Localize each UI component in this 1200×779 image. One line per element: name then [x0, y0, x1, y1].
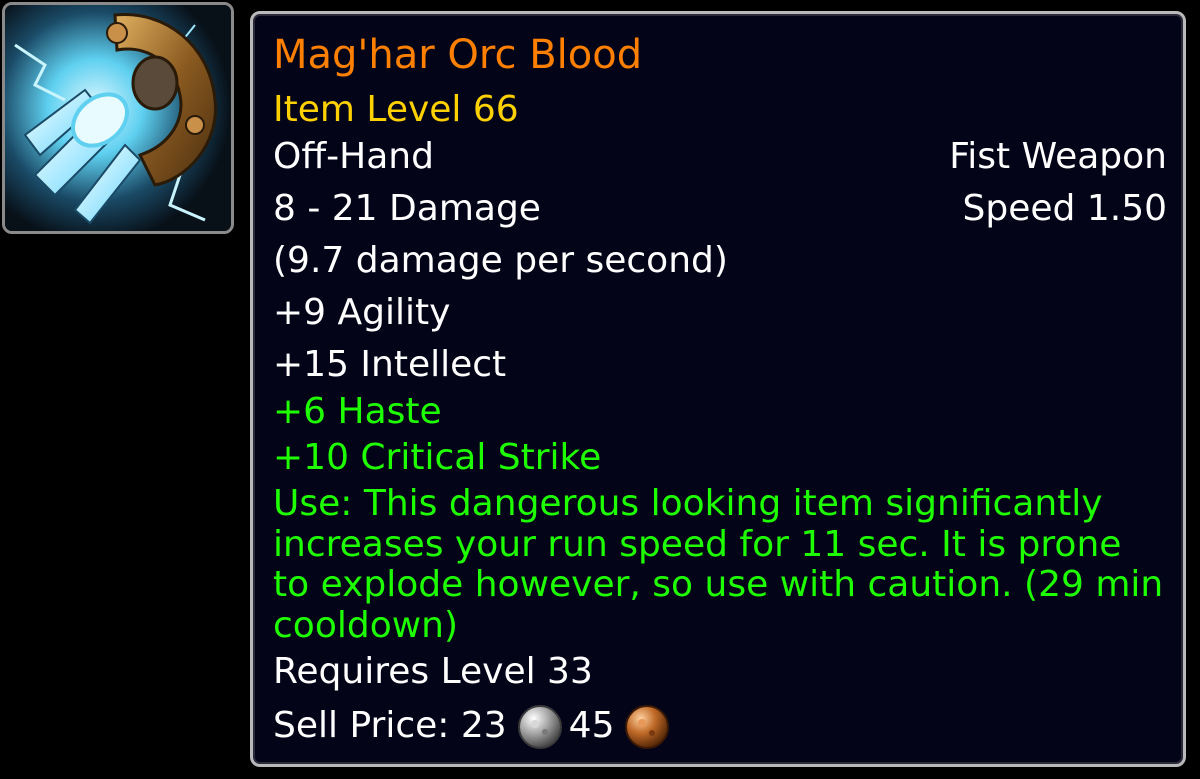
use-effect: Use: This dangerous looking item signifi… — [273, 483, 1164, 646]
weapon-dps: (9.7 damage per second) — [273, 240, 728, 281]
item-name: Mag'har Orc Blood — [273, 32, 643, 78]
item-level: Item Level 66 — [273, 89, 519, 130]
stat-haste: +6 Haste — [273, 391, 442, 432]
item-slot: Off-Hand — [273, 136, 434, 177]
silver-coin-icon — [517, 705, 562, 749]
stat-critical-strike: +10 Critical Strike — [273, 437, 602, 478]
required-level: Requires Level 33 — [273, 651, 593, 692]
weapon-type: Fist Weapon — [949, 136, 1167, 177]
weapon-damage: 8 - 21 Damage — [273, 188, 541, 229]
damage-row: 8 - 21 Damage Speed 1.50 — [273, 189, 1167, 229]
sell-price-copper: 45 — [568, 705, 615, 746]
item-icon[interactable] — [2, 2, 234, 234]
copper-coin-icon — [625, 705, 670, 749]
fist-weapon-icon — [5, 5, 231, 231]
stat-intellect: +15 Intellect — [273, 344, 507, 385]
weapon-speed: Speed 1.50 — [962, 188, 1167, 229]
sell-price-silver: 23 — [460, 705, 507, 746]
item-tooltip: Mag'har Orc Blood Item Level 66 Off-Hand… — [250, 11, 1186, 767]
sell-price: Sell Price: 23 45 — [273, 704, 1167, 750]
sell-price-label: Sell Price: — [273, 705, 450, 746]
slot-row: Off-Hand Fist Weapon — [273, 137, 1167, 177]
stat-agility: +9 Agility — [273, 292, 451, 333]
